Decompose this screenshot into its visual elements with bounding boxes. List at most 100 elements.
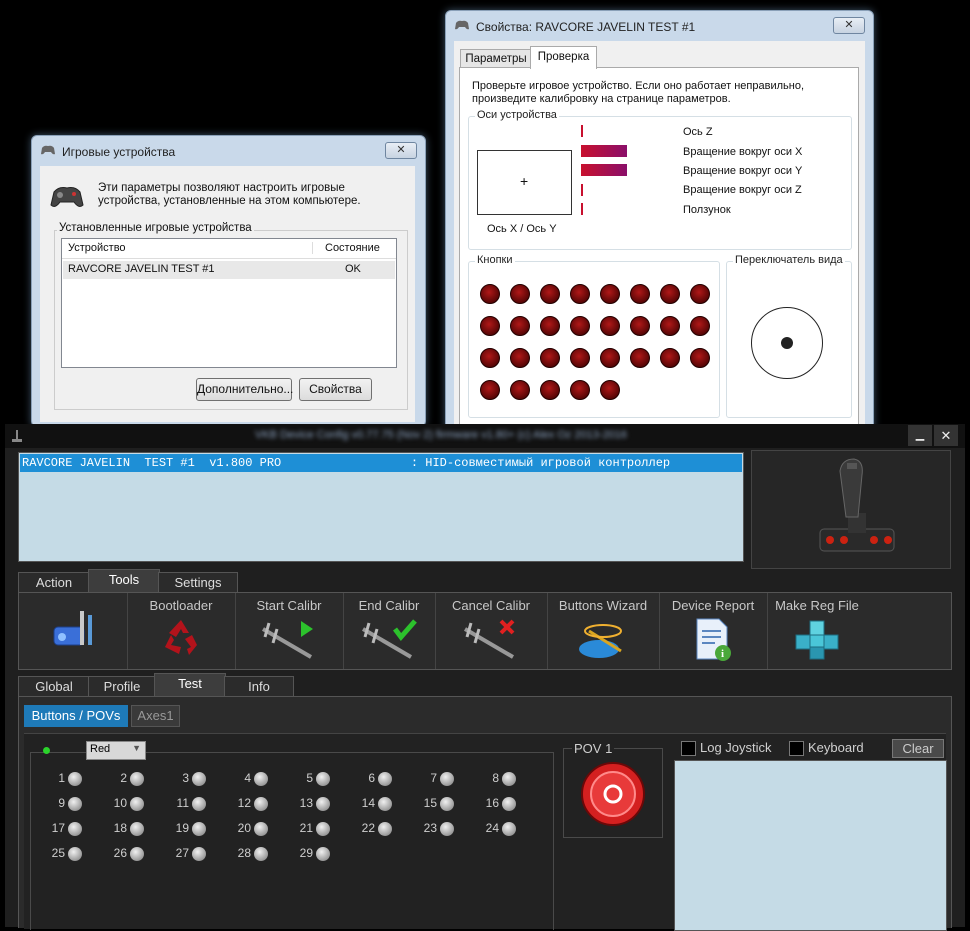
caliper-cancel-icon — [463, 619, 515, 659]
joystick-picture — [819, 458, 895, 552]
xy-axis-label: Ось X / Ось Y — [487, 223, 557, 235]
log-joystick-label: Log Joystick — [700, 740, 772, 755]
button-number: 14 — [361, 796, 375, 810]
tab-buttons-povs[interactable]: Buttons / POVs — [24, 705, 128, 727]
button-led — [192, 822, 206, 836]
device-report-label: Device Report — [671, 598, 755, 613]
caliper-play-icon — [261, 621, 313, 659]
close-button[interactable]: ✕ — [934, 425, 958, 446]
button-number: 26 — [113, 846, 127, 860]
tab-settings[interactable]: Settings — [158, 572, 238, 593]
button-led — [68, 822, 82, 836]
button-number: 12 — [237, 796, 251, 810]
button-number: 24 — [485, 821, 499, 835]
advanced-button[interactable]: Дополнительно... — [196, 378, 293, 401]
device-report-button[interactable]: Device Report i — [659, 593, 768, 669]
joystick-button-indicator — [600, 316, 620, 336]
button-led — [68, 797, 82, 811]
axis-bar — [581, 203, 583, 215]
window-client: Эти параметры позволяют настроить игровы… — [40, 166, 415, 422]
tab-page: Проверьте игровое устройство. Если оно р… — [459, 67, 859, 429]
tab-axes1[interactable]: Axes1 — [131, 705, 180, 727]
axis-bar — [581, 144, 627, 157]
joystick-button-indicator — [570, 284, 590, 304]
app-title-bar: VKB Device Config v0.77.75 (Nov 2) firmw… — [5, 424, 965, 448]
title-bar: Игровые устройства ✕ — [32, 136, 425, 166]
device-row-selected[interactable]: RAVCORE JAVELIN TEST #1 v1.800 PRO : HID… — [20, 454, 742, 472]
pov-label: POV 1 — [572, 741, 615, 756]
bootloader-button[interactable]: Bootloader — [127, 593, 236, 669]
joystick-button-indicator — [690, 316, 710, 336]
log-area[interactable] — [674, 760, 947, 931]
joystick-button-indicator — [690, 348, 710, 368]
button-led — [440, 772, 454, 786]
pov-hat-icon — [581, 762, 645, 826]
button-led — [254, 847, 268, 861]
joystick-button-indicator — [570, 348, 590, 368]
button-led — [316, 847, 330, 861]
end-calibr-button[interactable]: End Calibr — [343, 593, 436, 669]
test-page: Buttons / POVs Axes1 Red ▼ 1 2 3 4 5 6 7 8 9 10 11… — [18, 696, 952, 931]
start-calibr-button[interactable]: Start Calibr — [235, 593, 344, 669]
tab-parameters[interactable]: Параметры — [460, 49, 532, 68]
minimize-button[interactable]: ▁ — [908, 425, 932, 446]
tool-action-icon[interactable] — [19, 593, 128, 669]
keyboard-checkbox[interactable] — [789, 741, 804, 756]
button-led — [130, 847, 144, 861]
cancel-calibr-button[interactable]: Cancel Calibr — [435, 593, 548, 669]
tab-global[interactable]: Global — [18, 676, 90, 697]
pov-group: Переключатель вида — [726, 254, 852, 418]
button-number: 1 — [58, 771, 65, 785]
table-row[interactable]: RAVCORE JAVELIN TEST #1 OK — [63, 261, 395, 279]
column-device[interactable]: Устройство — [68, 242, 126, 254]
joystick-button-indicator — [480, 316, 500, 336]
button-number: 28 — [237, 846, 251, 860]
wizard-wand-icon — [579, 624, 622, 658]
pov-center-dot — [781, 337, 793, 349]
log-joystick-checkbox[interactable] — [681, 741, 696, 756]
button-led — [130, 797, 144, 811]
button-number: 25 — [51, 846, 65, 860]
axis-label-rx: Вращение вокруг оси X — [683, 146, 803, 158]
tab-test[interactable]: Test — [154, 673, 226, 696]
button-led — [440, 822, 454, 836]
instruction-text: Проверьте игровое устройство. Если оно р… — [472, 80, 805, 105]
clear-button[interactable]: Clear — [892, 739, 944, 758]
properties-button[interactable]: Свойства — [299, 378, 372, 401]
column-status[interactable]: Состояние — [312, 242, 380, 254]
window-title: Свойства: RAVCORE JAVELIN TEST #1 — [476, 20, 696, 34]
close-button[interactable]: ✕ — [385, 142, 417, 159]
button-led — [254, 822, 268, 836]
tab-info[interactable]: Info — [224, 676, 294, 697]
crosshair: + — [520, 173, 529, 189]
buttons-wizard-button[interactable]: Buttons Wizard — [547, 593, 660, 669]
buttons-grid: 1 2 3 4 5 6 7 8 9 10 11 12 13 14 15 16 17 18 19 20 21 22 23 24 2… — [31, 753, 551, 873]
cancel-calibr-label: Cancel Calibr — [451, 598, 531, 613]
button-number: 4 — [244, 771, 251, 785]
joystick-button-indicator — [510, 316, 530, 336]
axes-group-label: Оси устройства — [475, 109, 559, 121]
tab-tools[interactable]: Tools — [88, 569, 160, 592]
registry-cubes-icon — [795, 620, 839, 660]
button-led — [316, 797, 330, 811]
test-inner-panel: Red ▼ 1 2 3 4 5 6 7 8 9 10 11 12 13 14 15 16 17 18 19 20 21 2… — [24, 733, 947, 931]
button-number: 9 — [58, 796, 65, 810]
button-led — [192, 772, 206, 786]
joystick-button-indicator — [570, 380, 590, 400]
joystick-button-indicator — [540, 380, 560, 400]
button-number: 22 — [361, 821, 375, 835]
tab-action[interactable]: Action — [18, 572, 90, 593]
device-status: OK — [345, 263, 361, 275]
tab-test[interactable]: Проверка — [530, 46, 597, 69]
tab-profile[interactable]: Profile — [88, 676, 156, 697]
close-button[interactable]: ✕ — [833, 17, 865, 34]
button-led — [68, 772, 82, 786]
joystick-button-indicator — [540, 348, 560, 368]
button-number: 13 — [299, 796, 313, 810]
joystick-button-indicator — [600, 348, 620, 368]
make-reg-file-button[interactable]: Make Reg File — [767, 593, 867, 669]
button-led — [378, 797, 392, 811]
report-document-icon: i — [696, 618, 731, 661]
device-list[interactable]: RAVCORE JAVELIN TEST #1 v1.800 PRO : HID… — [18, 452, 744, 562]
chevron-down-icon: ▼ — [132, 743, 141, 753]
